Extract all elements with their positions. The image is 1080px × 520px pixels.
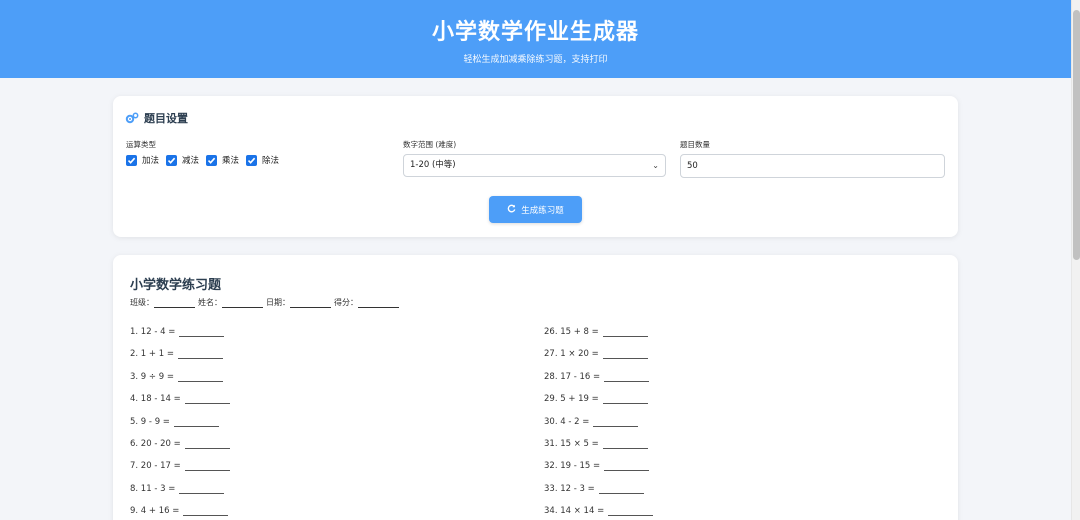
answer-blank — [602, 350, 648, 360]
date-blank — [290, 299, 331, 308]
problem-item: 31. 15 × 5 = — [544, 439, 648, 449]
scrollbar-thumb[interactable] — [1073, 10, 1080, 260]
page-scrollbar[interactable] — [1071, 0, 1080, 520]
op-type-group: 加法 减法 乘法 除法 — [126, 154, 286, 166]
answer-blank — [593, 418, 639, 427]
answer-blank — [179, 328, 225, 337]
problem-text: 30. 4 - 2 = — [544, 416, 590, 427]
checkbox-subtract[interactable]: 减法 — [166, 154, 199, 166]
worksheet-card: 小学数学练习题 班级： 姓名： 日期： 得分： 1. 12 - 4 = 2. 1 … — [113, 255, 958, 520]
answer-blank — [602, 395, 648, 405]
check-icon — [206, 154, 218, 166]
problem-text: 9. 4 + 16 = — [130, 506, 180, 517]
problem-item: 3. 9 ÷ 9 = — [130, 372, 223, 382]
problem-text: 33. 12 - 3 = — [544, 483, 595, 494]
settings-card: 题目设置 运算类型 加法 减法 乘法 除法 数字范围 (难度) 1-20 (中等… — [113, 96, 958, 237]
count-input[interactable]: 50 — [680, 154, 945, 178]
answer-blank — [184, 462, 230, 472]
problem-text: 27. 1 × 20 = — [544, 349, 599, 360]
problem-text: 6. 20 - 20 = — [130, 439, 181, 449]
count-label: 题目数量 — [680, 140, 710, 149]
problem-text: 4. 18 - 14 = — [130, 394, 181, 405]
problem-item: 27. 1 × 20 = — [544, 349, 648, 360]
problem-text: 31. 15 × 5 = — [544, 439, 599, 449]
checkbox-multiply[interactable]: 乘法 — [206, 154, 239, 166]
answer-blank — [179, 485, 225, 494]
problem-text: 2. 1 + 1 = — [130, 349, 174, 360]
answer-blank — [598, 485, 644, 494]
problem-item: 2. 1 + 1 = — [130, 349, 223, 360]
problem-item: 29. 5 + 19 = — [544, 394, 648, 405]
date-field-label: 日期： — [266, 298, 290, 307]
answer-blank — [173, 418, 219, 427]
generate-button[interactable]: 生成练习题 — [489, 196, 582, 223]
answer-blank — [184, 440, 230, 449]
answer-blank — [608, 507, 654, 517]
problem-text: 32. 19 - 15 = — [544, 461, 601, 472]
answer-blank — [177, 350, 223, 360]
checkbox-add-label: 加法 — [142, 156, 160, 166]
gears-icon — [125, 112, 139, 124]
check-icon — [126, 154, 137, 166]
problem-text: 29. 5 + 19 = — [544, 394, 599, 405]
problem-item: 26. 15 + 8 = — [544, 327, 648, 337]
checkbox-multiply-label: 乘法 — [222, 156, 240, 166]
op-type-label: 运算类型 — [126, 140, 156, 149]
name-field-label: 姓名： — [198, 298, 222, 307]
settings-title: 题目设置 — [144, 112, 188, 125]
problem-item: 9. 4 + 16 = — [130, 506, 229, 517]
problem-item: 8. 11 - 3 = — [130, 483, 225, 494]
problem-item: 4. 18 - 14 = — [130, 394, 230, 405]
name-blank — [222, 299, 263, 308]
problem-text: 28. 17 - 16 = — [544, 371, 601, 382]
problem-item: 33. 12 - 3 = — [544, 484, 644, 494]
class-field-label: 班级： — [130, 298, 154, 307]
refresh-icon — [507, 204, 516, 216]
answer-blank — [602, 328, 648, 337]
answer-blank — [602, 440, 648, 449]
answer-blank — [184, 395, 230, 405]
count-input-value: 50 — [687, 161, 698, 171]
problem-text: 3. 9 ÷ 9 = — [130, 371, 174, 382]
range-select-value: 1-20 (中等) — [410, 160, 456, 170]
answer-blank — [183, 507, 229, 517]
check-icon — [246, 154, 258, 166]
chevron-down-icon: ⌄ — [652, 161, 659, 170]
checkbox-add[interactable]: 加法 — [126, 154, 159, 166]
problem-item: 7. 20 - 17 = — [130, 461, 230, 472]
answer-blank — [604, 373, 650, 382]
answer-blank — [604, 462, 650, 472]
problem-text: 34. 14 × 14 = — [544, 506, 605, 517]
range-label: 数字范围 (难度) — [403, 140, 457, 149]
checkbox-subtract-label: 减法 — [182, 156, 200, 166]
problem-text: 26. 15 + 8 = — [544, 327, 599, 337]
problem-item: 32. 19 - 15 = — [544, 461, 650, 472]
checkbox-divide[interactable]: 除法 — [246, 154, 279, 166]
problem-item: 34. 14 × 14 = — [544, 506, 654, 517]
problem-text: 7. 20 - 17 = — [130, 461, 181, 472]
score-field-label: 得分： — [334, 298, 358, 307]
check-icon — [166, 154, 178, 166]
problem-item: 1. 12 - 4 = — [130, 327, 225, 337]
app-header: 小学数学作业生成器 轻松生成加减乘除练习题，支持打印 — [0, 0, 1071, 78]
class-blank — [154, 299, 195, 308]
worksheet-title: 小学数学练习题 — [130, 278, 222, 293]
generate-button-label: 生成练习题 — [521, 205, 564, 216]
problem-item: 30. 4 - 2 = — [544, 416, 639, 427]
range-select[interactable]: 1-20 (中等) ⌄ — [403, 154, 666, 177]
problem-item: 6. 20 - 20 = — [130, 439, 230, 449]
problem-text: 5. 9 - 9 = — [130, 416, 170, 427]
checkbox-divide-label: 除法 — [262, 156, 280, 166]
problem-item: 28. 17 - 16 = — [544, 371, 650, 382]
settings-heading: 题目设置 — [125, 110, 188, 126]
student-info-line: 班级： 姓名： 日期： 得分： — [130, 297, 402, 308]
problem-text: 1. 12 - 4 = — [130, 327, 176, 337]
app-title: 小学数学作业生成器 — [431, 20, 639, 45]
problem-item: 5. 9 - 9 = — [130, 417, 219, 427]
problem-text: 8. 11 - 3 = — [130, 483, 176, 494]
app-subtitle: 轻松生成加减乘除练习题，支持打印 — [463, 55, 608, 65]
score-blank — [358, 299, 399, 308]
answer-blank — [177, 373, 223, 382]
